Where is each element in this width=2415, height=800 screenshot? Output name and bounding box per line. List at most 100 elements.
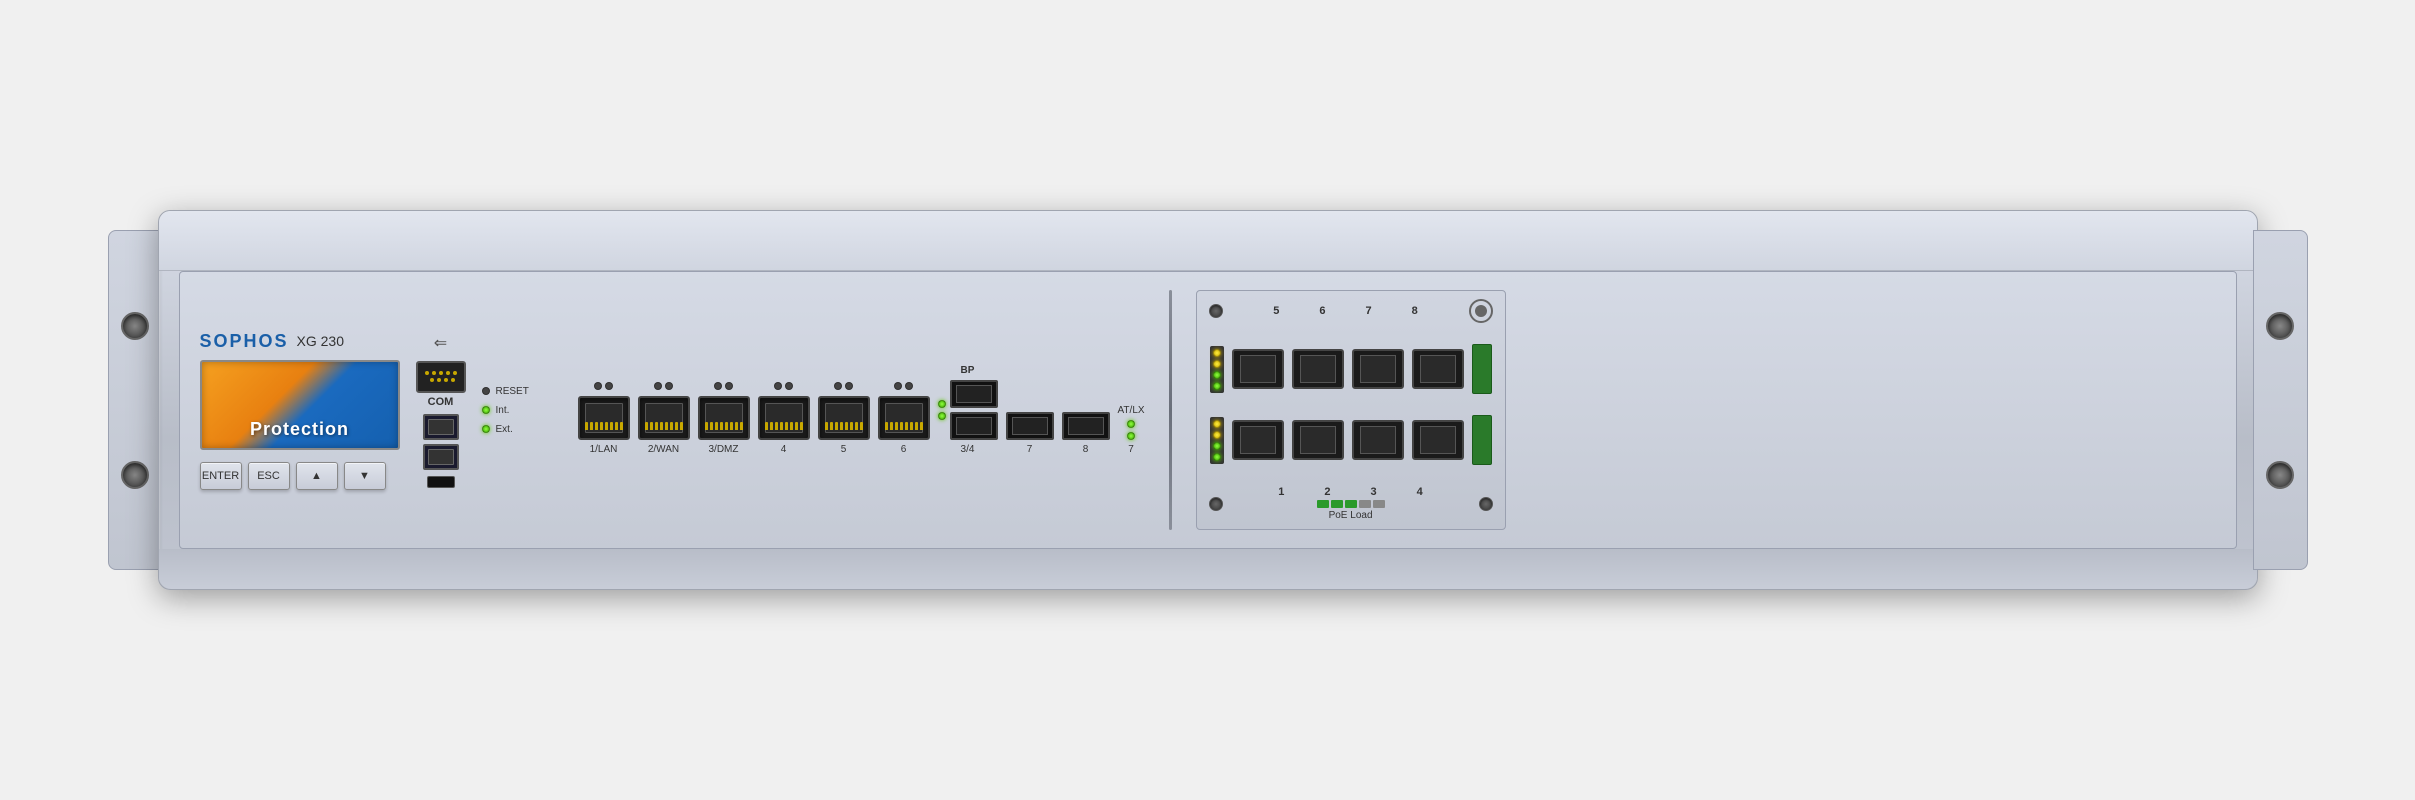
int-label: Int.	[496, 405, 510, 416]
terminal-block-2	[1472, 415, 1492, 465]
lcd-display: Protection	[200, 360, 400, 450]
exp-rj45-4	[1412, 420, 1464, 460]
exp-led-strip-left	[1210, 346, 1224, 393]
rj45-port-2wan	[638, 396, 690, 440]
ext-led	[482, 425, 490, 433]
port2-led-act	[654, 382, 662, 390]
port-group-7: 7	[1006, 412, 1054, 455]
sfp-port-bp1	[950, 380, 998, 408]
port-group-bp: BP	[938, 365, 998, 455]
exp-label-3: 3	[1371, 486, 1377, 498]
screw-tl	[1209, 304, 1223, 318]
network-ports: 1/LAN 2/WAN	[578, 365, 1145, 455]
screw-br	[1479, 497, 1493, 511]
sfp-port-8	[1062, 412, 1110, 440]
port-group-5: 5	[818, 382, 870, 455]
sfp-port-7	[1006, 412, 1054, 440]
exp-led-6	[1213, 371, 1221, 379]
int-led	[482, 406, 490, 414]
port-label-2wan: 2/WAN	[648, 444, 679, 455]
port-group-4: 4	[758, 382, 810, 455]
rj45-port-1lan	[578, 396, 630, 440]
exp-rj45-7	[1352, 349, 1404, 389]
exp-bottom-labels: 1 2 3 4	[1278, 486, 1423, 498]
bp-label: BP	[961, 365, 975, 376]
exp-label-7: 7	[1366, 305, 1372, 317]
exp-led-5	[1213, 382, 1221, 390]
exp-bottom-row: 1 2 3 4 PoE Load	[1205, 486, 1497, 521]
port6-led-link	[905, 382, 913, 390]
sophos-logo-mark	[1469, 299, 1493, 323]
exp-led-4	[1213, 420, 1221, 428]
screw-bl	[1209, 497, 1223, 511]
device-wrapper: SOPHOS XG 230 Protection ENTER ESC ▲ ▼ ⇐	[108, 190, 2308, 610]
exp-led-2	[1213, 442, 1221, 450]
serial-port	[416, 361, 466, 393]
exp-ports-bottom-row	[1205, 415, 1497, 465]
reset-row: RESET	[482, 386, 562, 397]
exp-label-5: 5	[1273, 305, 1279, 317]
port1-led-link	[605, 382, 613, 390]
brand-line: SOPHOS XG 230	[200, 331, 345, 352]
ext-label: Ext.	[496, 424, 513, 435]
usb-icon: ⇐	[434, 333, 447, 353]
exp-rj45-3	[1352, 420, 1404, 460]
poe-load-bar	[1317, 500, 1385, 508]
expansion-module: 5 6 7 8	[1196, 290, 1506, 530]
mount-ear-left	[108, 230, 163, 570]
sfp-port-bp2	[950, 412, 998, 440]
bp-led-2	[938, 412, 946, 420]
port2-led-link	[665, 382, 673, 390]
lcd-nav-group: SOPHOS XG 230 Protection ENTER ESC ▲ ▼	[200, 331, 400, 490]
port-group-3dmz: 3/DMZ	[698, 382, 750, 455]
exp-led-1	[1213, 453, 1221, 461]
down-button[interactable]: ▼	[344, 462, 386, 490]
port-label-8: 8	[1083, 444, 1089, 455]
lcd-text: Protection	[250, 419, 349, 440]
nav-buttons: ENTER ESC ▲ ▼	[200, 462, 386, 490]
port-group-1lan: 1/LAN	[578, 382, 630, 455]
mount-hole-tr	[2266, 312, 2294, 340]
mount-hole-br	[2266, 461, 2294, 489]
mount-hole-tl	[121, 312, 149, 340]
io-section: ⇐ COM	[416, 333, 466, 488]
port4-led-link	[785, 382, 793, 390]
status-leds: RESET Int. Ext.	[482, 386, 562, 435]
port-group-2wan: 2/WAN	[638, 382, 690, 455]
atlx-label: AT/LX	[1118, 405, 1145, 416]
port-group-6: 6	[878, 382, 930, 455]
usb-stack	[423, 414, 459, 470]
port6-led-act	[894, 382, 902, 390]
mount-ear-right	[2253, 230, 2308, 570]
exp-top-row: 5 6 7 8	[1205, 299, 1497, 323]
front-panel: SOPHOS XG 230 Protection ENTER ESC ▲ ▼ ⇐	[179, 271, 2237, 549]
port3-led-act	[714, 382, 722, 390]
exp-rj45-2	[1292, 420, 1344, 460]
esc-button[interactable]: ESC	[248, 462, 290, 490]
reset-label: RESET	[496, 386, 529, 397]
port5-led-link	[845, 382, 853, 390]
enter-button[interactable]: ENTER	[200, 462, 242, 490]
exp-label-2: 2	[1324, 486, 1330, 498]
up-button[interactable]: ▲	[296, 462, 338, 490]
com-label: COM	[428, 396, 454, 408]
exp-bottom-center: 1 2 3 4 PoE Load	[1278, 486, 1423, 521]
port-label-4: 4	[781, 444, 787, 455]
exp-led-strip-right	[1210, 417, 1224, 464]
port5-led-act	[834, 382, 842, 390]
int-row: Int.	[482, 405, 562, 416]
atlx-num: 7	[1128, 444, 1134, 455]
port-group-8: 8	[1062, 412, 1110, 455]
port-label-1lan: 1/LAN	[590, 444, 618, 455]
com-port-group: COM	[416, 361, 466, 408]
port-label-5: 5	[841, 444, 847, 455]
port-label-3dmz: 3/DMZ	[709, 444, 739, 455]
rj45-port-6	[878, 396, 930, 440]
exp-label-6: 6	[1319, 305, 1325, 317]
mount-hole-bl	[121, 461, 149, 489]
main-chassis: SOPHOS XG 230 Protection ENTER ESC ▲ ▼ ⇐	[158, 210, 2258, 590]
exp-ports-top-row	[1205, 344, 1497, 394]
port-label-7: 7	[1027, 444, 1033, 455]
terminal-block	[1472, 344, 1492, 394]
usb-port-2	[423, 444, 459, 470]
